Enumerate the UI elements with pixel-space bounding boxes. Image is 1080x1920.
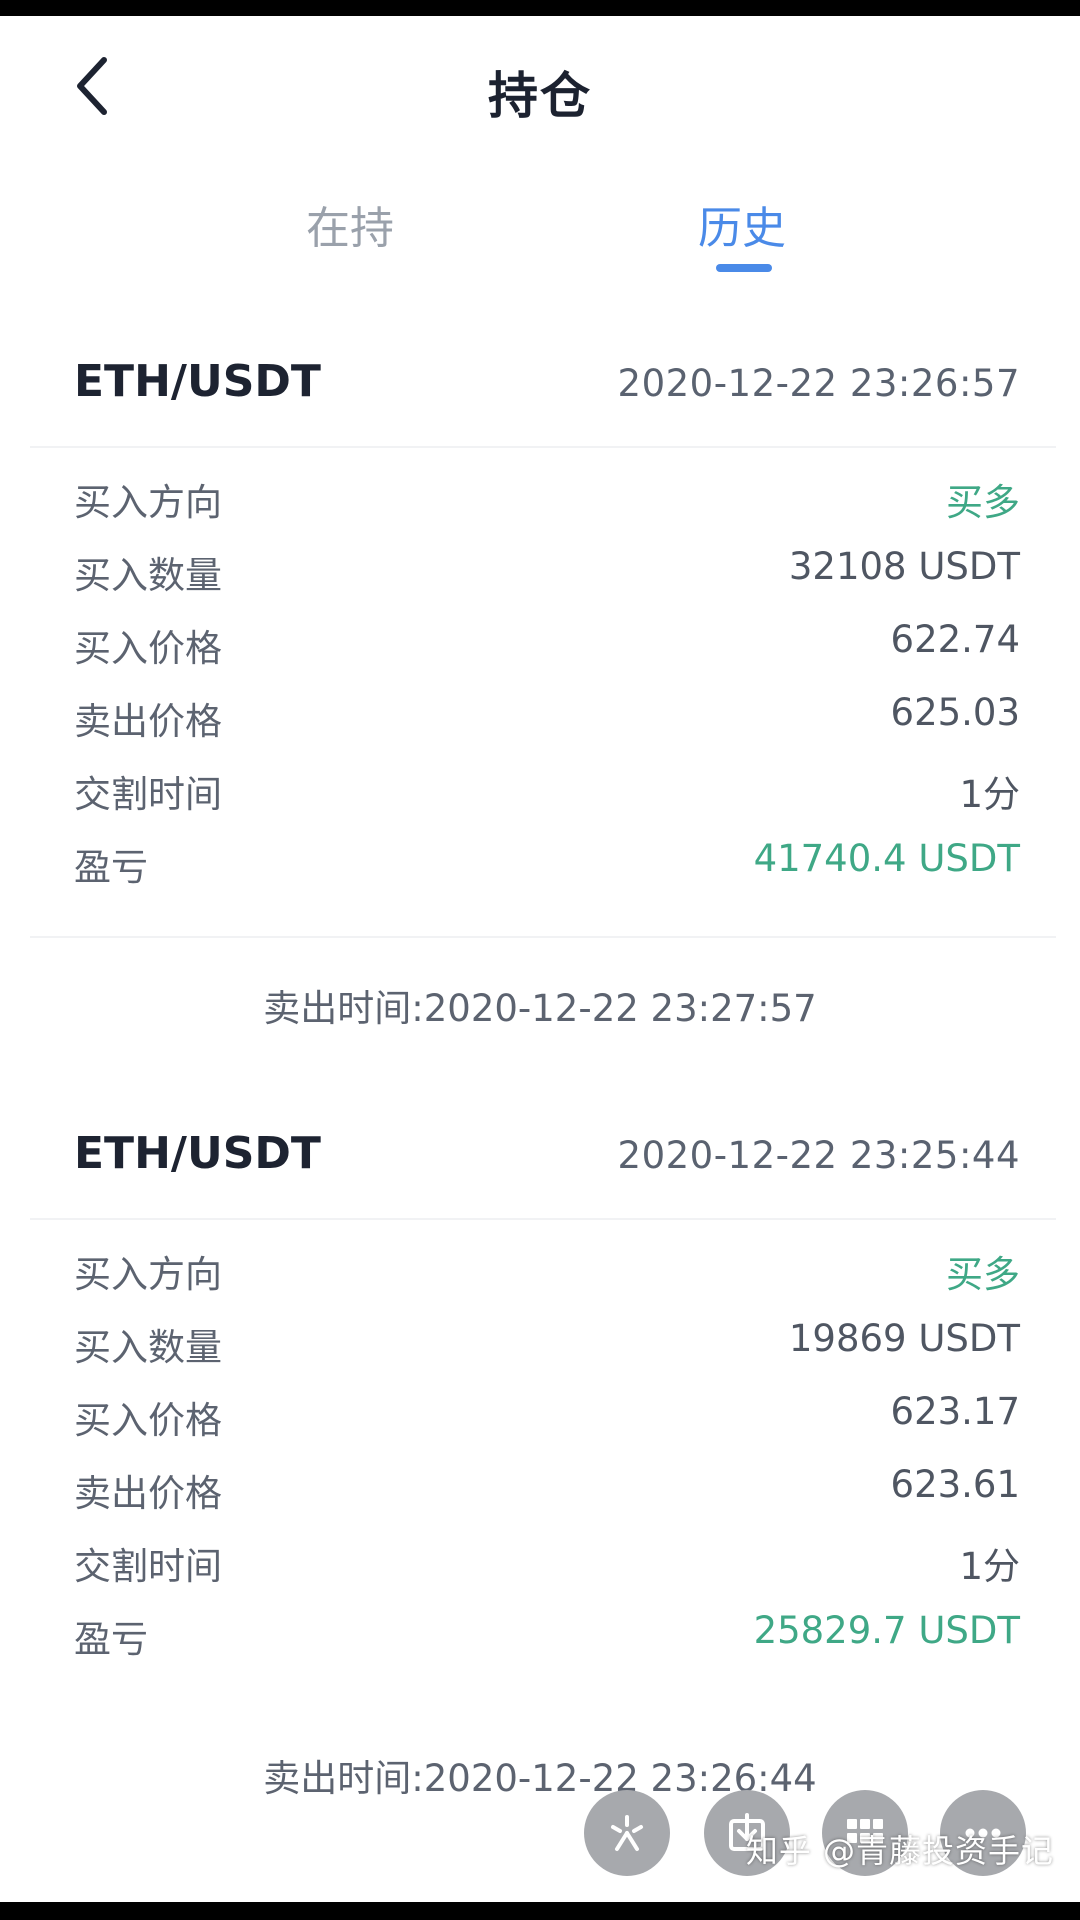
detail-row-pnl: 盈亏 25829.7 USDT [0,1601,1080,1674]
trade-card: ETH/USDT 2020-12-22 23:25:44 买入方向 买多 买入数… [0,1118,1080,1800]
detail-value: 41740.4 USDT [753,837,1020,880]
divider [30,446,1056,448]
detail-row-amount: 买入数量 19869 USDT [0,1309,1080,1382]
detail-value: 1分 [959,1545,1020,1588]
header: 持仓 [0,16,1080,156]
watermark: 知乎 @青藤投资手记 [745,1832,1054,1870]
detail-label: 卖出价格 [74,1472,222,1515]
detail-label: 盈亏 [74,1618,148,1661]
detail-value: 25829.7 USDT [753,1609,1020,1652]
detail-row-delivery-time: 交割时间 1分 [0,756,1080,829]
detail-label: 卖出价格 [74,700,222,743]
detail-label: 买入价格 [74,627,222,670]
detail-value: 32108 USDT [788,545,1020,588]
sell-time: 卖出时间:2020-12-22 23:26:44 [263,1757,817,1800]
tab-history[interactable]: 历史 [642,192,842,256]
detail-row-amount: 买入数量 32108 USDT [0,537,1080,610]
trade-detail-list: 买入方向 买多 买入数量 32108 USDT 买入价格 622.74 卖出价格… [0,464,1080,902]
divider [30,1218,1056,1220]
detail-row-delivery-time: 交割时间 1分 [0,1528,1080,1601]
trade-card-header: ETH/USDT 2020-12-22 23:25:44 [0,1118,1080,1218]
history-screen: 持仓 在持 历史 ETH/USDT 2020-12-22 23:26:57 买入… [0,16,1080,1902]
trade-pair: ETH/USDT [74,1128,321,1179]
detail-row-sell-price: 卖出价格 623.61 [0,1455,1080,1528]
detail-value: 买多 [946,1253,1020,1296]
detail-row-buy-price: 买入价格 623.17 [0,1382,1080,1455]
detail-row-buy-price: 买入价格 622.74 [0,610,1080,683]
divider [30,936,1056,938]
detail-value: 1分 [959,773,1020,816]
trade-detail-list: 买入方向 买多 买入数量 19869 USDT 买入价格 623.17 卖出价格… [0,1236,1080,1674]
detail-row-sell-price: 卖出价格 625.03 [0,683,1080,756]
trade-open-time: 2020-12-22 23:25:44 [617,1134,1020,1177]
detail-label: 买入方向 [74,1253,222,1296]
detail-label: 买入数量 [74,1326,222,1369]
trade-card-header: ETH/USDT 2020-12-22 23:26:57 [0,346,1080,446]
detail-value: 买多 [946,481,1020,524]
detail-value: 623.61 [890,1463,1020,1506]
detail-row-direction: 买入方向 买多 [0,464,1080,537]
trade-open-time: 2020-12-22 23:26:57 [617,362,1020,405]
detail-label: 买入方向 [74,481,222,524]
detail-label: 交割时间 [74,773,222,816]
tab-holding[interactable]: 在持 [250,192,450,256]
sparkle-button[interactable] [584,1790,670,1876]
active-tab-indicator [716,264,772,272]
trade-card: ETH/USDT 2020-12-22 23:26:57 买入方向 买多 买入数… [0,346,1080,1030]
detail-value: 625.03 [890,691,1020,734]
detail-label: 买入价格 [74,1399,222,1442]
detail-value: 19869 USDT [788,1317,1020,1360]
trade-pair: ETH/USDT [74,356,321,407]
detail-label: 盈亏 [74,846,148,889]
detail-label: 买入数量 [74,554,222,597]
detail-value: 622.74 [890,618,1020,661]
detail-label: 交割时间 [74,1545,222,1588]
page-title: 持仓 [488,67,592,125]
sparkle-icon [611,1815,643,1851]
detail-row-pnl: 盈亏 41740.4 USDT [0,829,1080,902]
detail-row-direction: 买入方向 买多 [0,1236,1080,1309]
detail-value: 623.17 [890,1390,1020,1433]
tab-bar: 在持 历史 [0,176,1080,286]
sell-time: 卖出时间:2020-12-22 23:27:57 [263,987,817,1030]
